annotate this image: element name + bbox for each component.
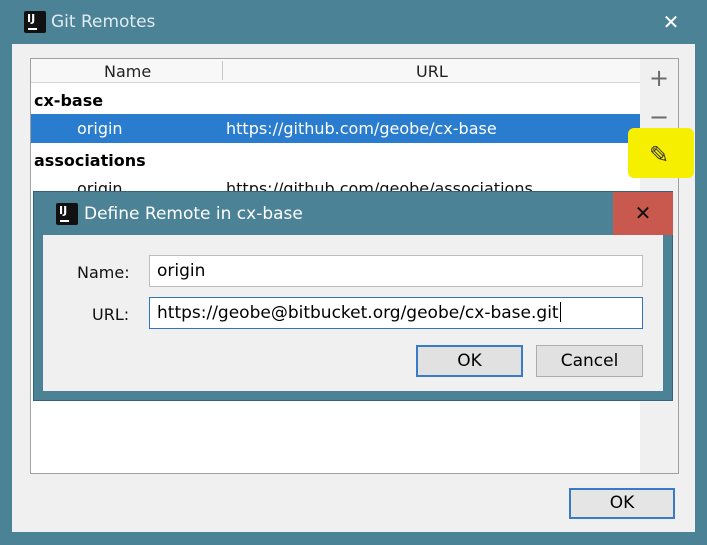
define-remote-dialog: IJ Define Remote in cx-base ✕ Name: orig… xyxy=(33,191,673,401)
dialog-close-icon[interactable]: ✕ xyxy=(613,192,673,235)
dialog-cancel-button[interactable]: Cancel xyxy=(536,345,643,377)
column-header-name[interactable]: Name xyxy=(104,62,151,81)
close-icon[interactable]: ✕ xyxy=(649,6,693,38)
group-label-associations: associations xyxy=(34,151,146,170)
remote-name-cell: origin xyxy=(77,119,123,138)
window-title-bar[interactable]: IJ Git Remotes ✕ xyxy=(0,0,707,44)
window-title: Git Remotes xyxy=(51,12,156,32)
group-label-cx-base: cx-base xyxy=(34,91,104,110)
dialog-ok-button[interactable]: OK xyxy=(416,345,523,377)
dialog-client-area: Name: origin URL: https://geobe@bitbucke… xyxy=(43,235,663,391)
remote-name-input[interactable]: origin xyxy=(149,255,643,287)
table-row[interactable]: origin https://github.com/geobe/cx-base xyxy=(31,114,640,143)
url-label: URL: xyxy=(92,305,130,324)
table-header: Name URL xyxy=(31,59,640,83)
add-icon[interactable]: + xyxy=(645,64,673,92)
column-divider[interactable] xyxy=(222,61,223,80)
remove-icon[interactable]: − xyxy=(645,103,673,131)
remote-url-input[interactable]: https://geobe@bitbucket.org/geobe/cx-bas… xyxy=(149,297,643,329)
dialog-title: Define Remote in cx-base xyxy=(84,204,303,224)
git-remotes-window: IJ Git Remotes ✕ Name URL cx-base origin… xyxy=(0,0,707,545)
outer-ok-button[interactable]: OK xyxy=(569,488,675,519)
intellij-app-icon: IJ xyxy=(22,9,48,35)
intellij-app-icon: IJ xyxy=(54,201,80,227)
remote-url-cell: https://github.com/geobe/cx-base xyxy=(226,119,497,138)
edit-pencil-icon[interactable]: ✎ xyxy=(645,141,673,169)
column-header-url[interactable]: URL xyxy=(416,62,448,81)
name-label: Name: xyxy=(77,263,130,282)
